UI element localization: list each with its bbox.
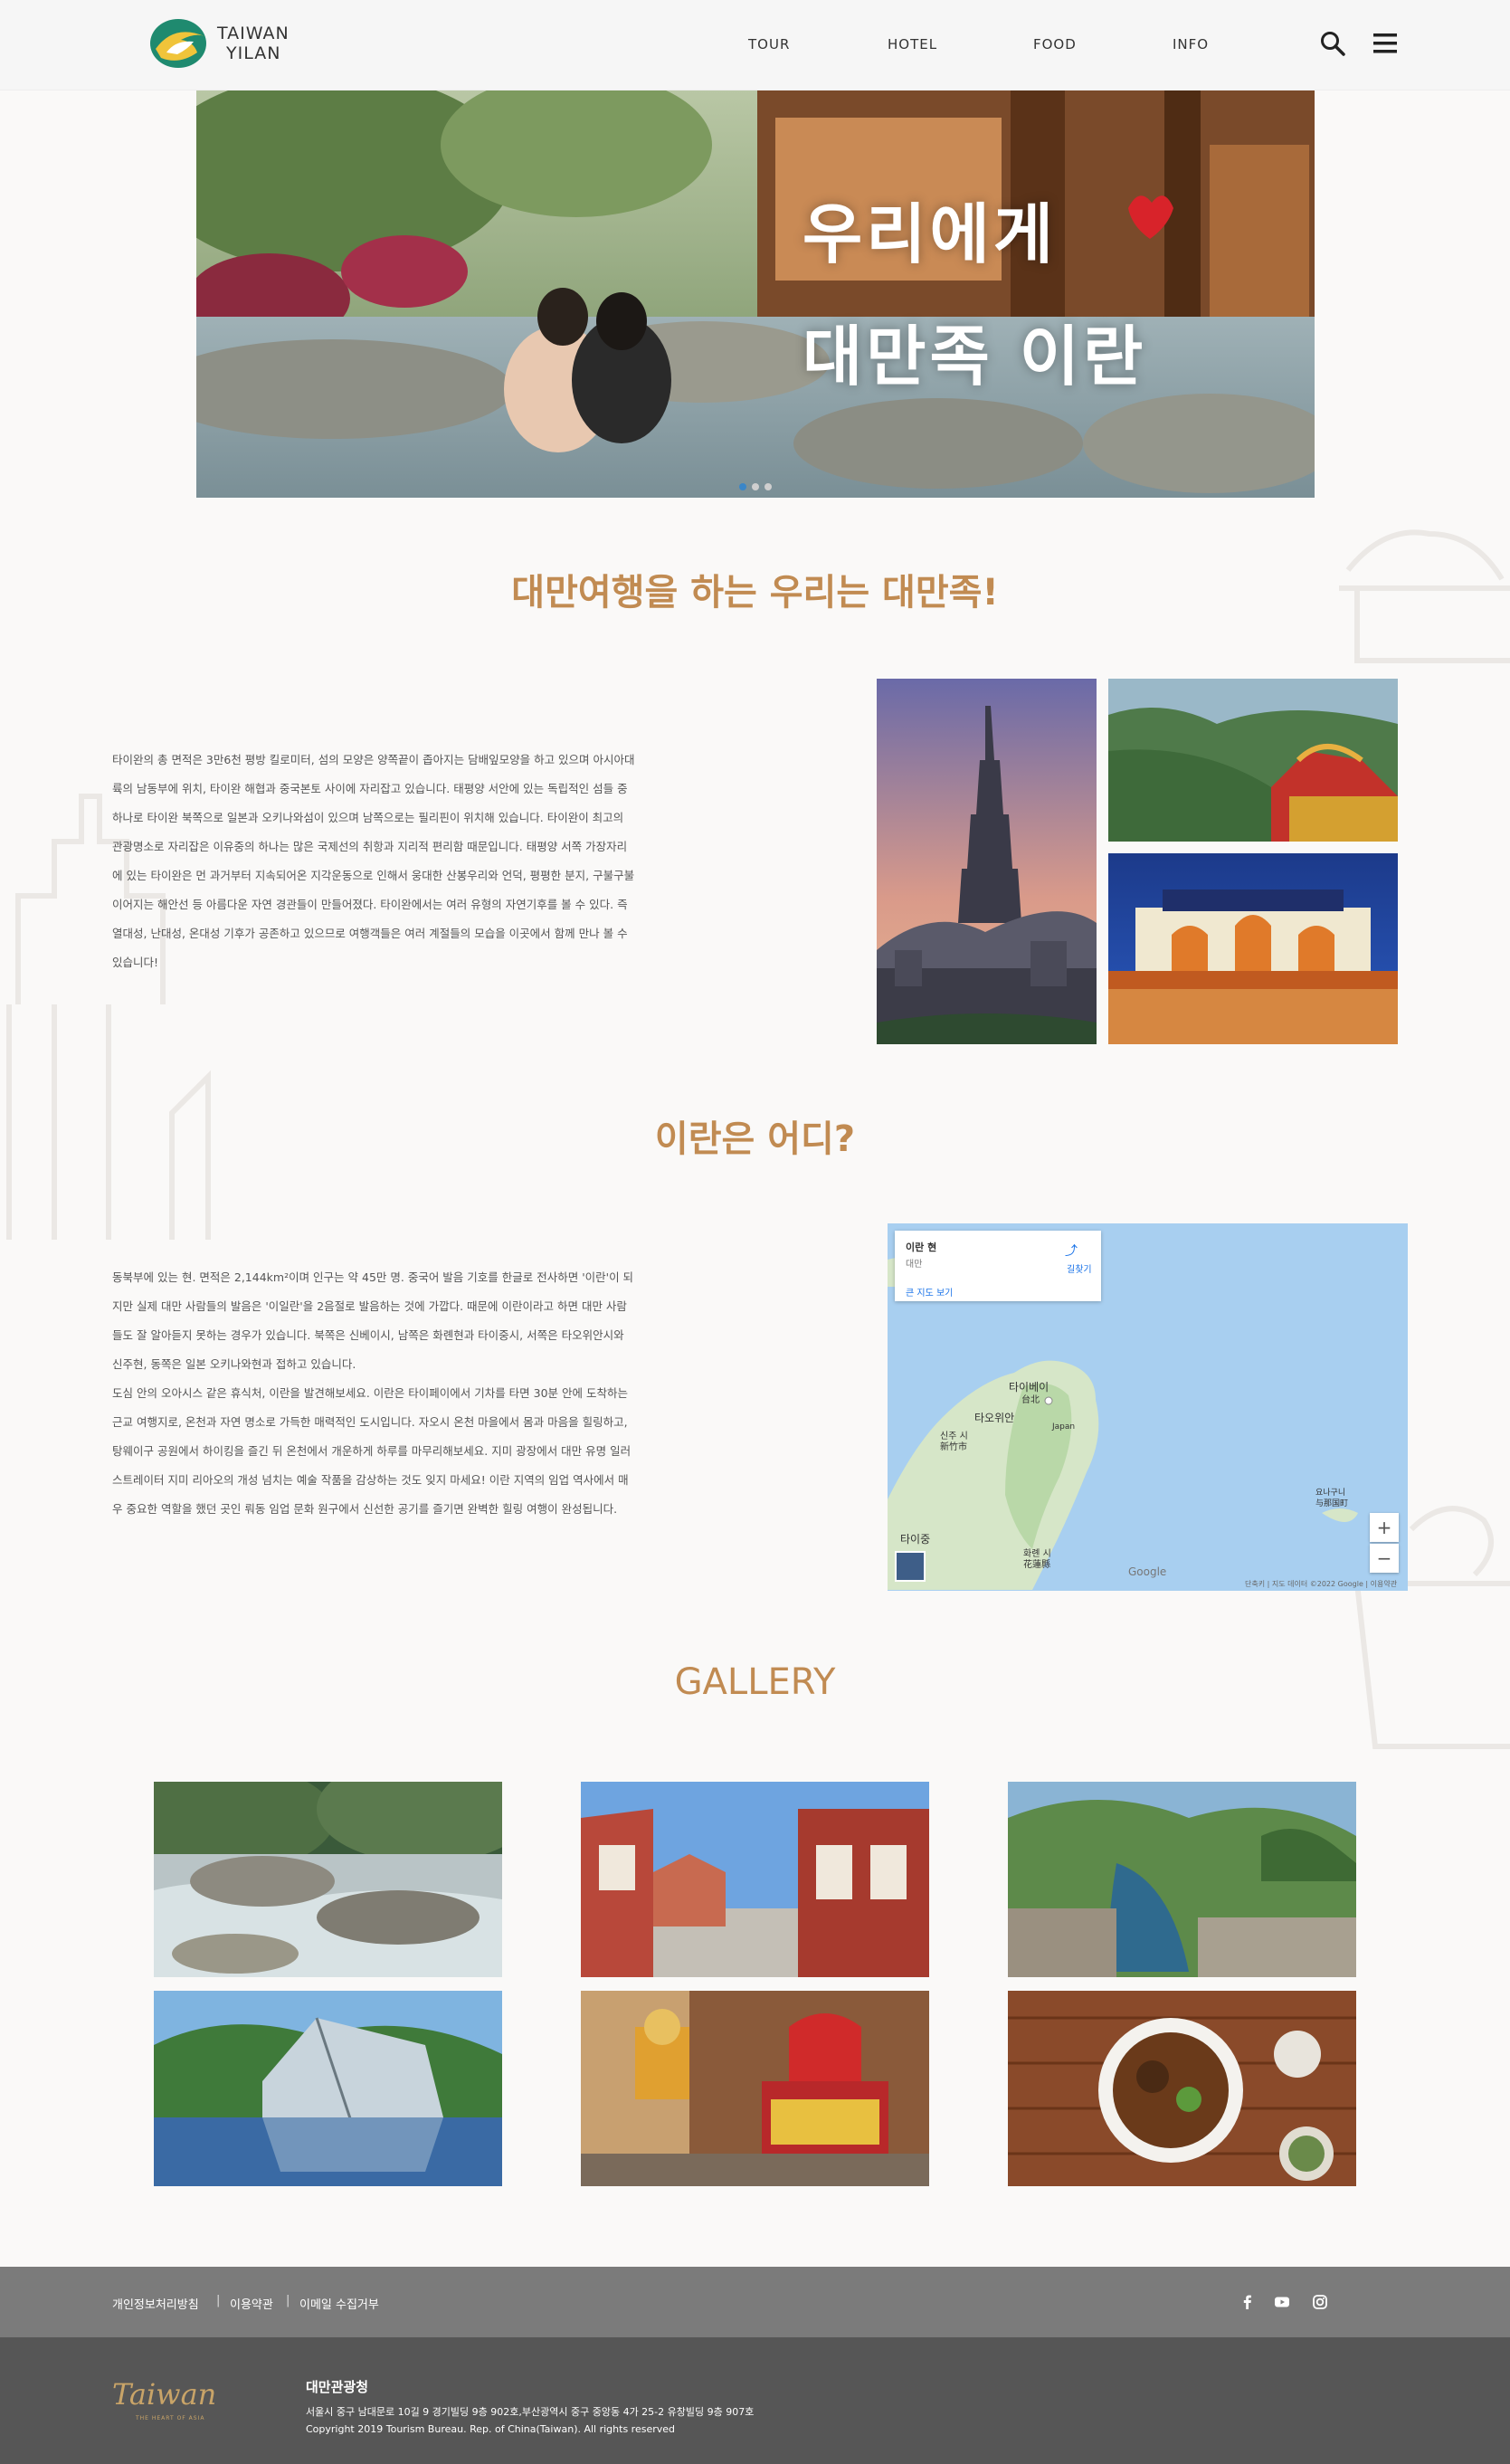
site-header: TAIWAN YILAN TOUR HOTEL FOOD INFO <box>0 0 1510 90</box>
hero-title-line1: 우리에게 <box>802 196 1057 272</box>
map-label-hualien-zh: 花蓮縣 <box>1023 1560 1050 1570</box>
map-zoom-in-button[interactable]: + <box>1370 1513 1399 1542</box>
footer-org-name: 대만관광청 <box>306 2379 369 2395</box>
map-place-sub: 대만 <box>906 1260 923 1270</box>
gallery-title: GALLERY <box>674 1661 836 1703</box>
footer-info: Taiwan THE HEART OF ASIA 대만관광청 서울시 중구 남대… <box>0 2337 1510 2464</box>
gallery-item-harbor[interactable] <box>1008 1782 1356 1977</box>
map-attribution[interactable]: 단축키 | 지도 데이터 ©2022 Google | 이용약관 <box>1245 1579 1397 1589</box>
logo[interactable]: TAIWAN YILAN <box>148 16 290 71</box>
map-zoom-out-button[interactable]: − <box>1370 1544 1399 1573</box>
footer-brand-tagline: THE HEART OF ASIA <box>136 2415 205 2421</box>
nav-food[interactable]: FOOD <box>1033 36 1077 52</box>
search-icon[interactable] <box>1320 31 1345 56</box>
logo-line2: YILAN <box>226 43 281 63</box>
map-place-title: 이란 현 <box>906 1242 937 1253</box>
map-label-taizhong: 타이중 <box>900 1533 931 1546</box>
gallery-item-noodle[interactable] <box>1008 1991 1356 2186</box>
footer-brand-logo: Taiwan <box>112 2377 217 2412</box>
map-label-taipei-zh: 台北 <box>1021 1395 1040 1405</box>
slider-dot-3[interactable] <box>764 483 772 490</box>
menu-icon[interactable] <box>1373 33 1397 53</box>
memorial-gate-photo <box>1108 853 1398 1044</box>
temple-coast-photo <box>1108 679 1398 842</box>
section-title-intro: 대만여행을 하는 우리는 대만족! <box>511 572 999 614</box>
footer-divider: | <box>286 2294 290 2307</box>
footer-address: 서울시 중구 남대문로 10길 9 경기빌딩 9층 902호,부산광역시 중구 … <box>306 2406 755 2418</box>
youtube-icon[interactable] <box>1274 2294 1290 2310</box>
satellite-toggle[interactable] <box>895 1551 926 1582</box>
section-title-where: 이란은 어디? <box>654 1118 856 1160</box>
facebook-icon[interactable] <box>1239 2294 1256 2310</box>
google-map[interactable]: 이란 현 대만 큰 지도 보기 ⤴ 길찾기 타이베이 台北 타오위안 신주 시 … <box>888 1223 1408 1591</box>
email-refusal-link[interactable]: 이메일 수집거부 <box>299 2295 379 2312</box>
map-label-yonaguni-zh: 与那国町 <box>1315 1499 1349 1508</box>
map-label-japan: Japan <box>1052 1422 1076 1432</box>
terms-link[interactable]: 이용약관 <box>230 2295 273 2312</box>
taiwan-logo-icon <box>150 19 206 68</box>
slider-dot-1[interactable] <box>739 483 746 490</box>
gallery-item-festival[interactable] <box>581 1991 929 2186</box>
hero-banner: 우리에게 대만족 이란 <box>196 90 1315 498</box>
footer-copyright: Copyright 2019 Tourism Bureau. Rep. of C… <box>306 2423 676 2435</box>
nav-info[interactable]: INFO <box>1173 36 1209 52</box>
map-label-taoyuan: 타오위안 <box>974 1412 1015 1424</box>
directions-link[interactable]: 길찾기 <box>1067 1261 1092 1275</box>
footer-divider: | <box>216 2294 221 2307</box>
instagram-icon[interactable] <box>1312 2294 1328 2310</box>
google-watermark: Google <box>1128 1565 1167 1578</box>
map-info-card: 이란 현 대만 큰 지도 보기 ⤴ 길찾기 <box>895 1231 1101 1301</box>
gallery-item-museum[interactable] <box>154 1991 502 2186</box>
logo-text: TAIWAN YILAN <box>217 24 290 63</box>
taipei101-photo <box>877 679 1097 1044</box>
larger-map-link[interactable]: 큰 지도 보기 <box>906 1285 953 1299</box>
map-label-xinzhu-zh: 新竹市 <box>940 1442 967 1452</box>
slider-dot-2[interactable] <box>752 483 759 490</box>
where-paragraph-1: 동북부에 있는 현. 면적은 2,144km²이며 인구는 약 45만 명. 중… <box>112 1270 634 1371</box>
directions-icon[interactable]: ⤴ <box>1065 1242 1078 1260</box>
privacy-policy-link[interactable]: 개인정보처리방침 <box>112 2295 199 2312</box>
hero-title-line2: 대만족 이란 <box>802 319 1147 395</box>
logo-line1: TAIWAN <box>217 24 290 43</box>
gallery-item-old-street[interactable] <box>581 1782 929 1977</box>
nav-tour[interactable]: TOUR <box>748 36 790 52</box>
hero-photo <box>196 90 1315 498</box>
nav-hotel[interactable]: HOTEL <box>888 36 937 52</box>
footer-links-bar: 개인정보처리방침 | 이용약관 | 이메일 수집거부 <box>0 2267 1510 2337</box>
gallery-item-hotspring[interactable] <box>154 1782 502 1977</box>
where-paragraph-2: 도심 안의 오아시스 같은 휴식처, 이란을 발견해보세요. 이란은 타이페이에… <box>112 1386 632 1516</box>
intro-paragraph: 타이완의 총 면적은 3만6천 평방 킬로미터, 섬의 모양은 양쪽끝이 좁아지… <box>112 753 635 969</box>
